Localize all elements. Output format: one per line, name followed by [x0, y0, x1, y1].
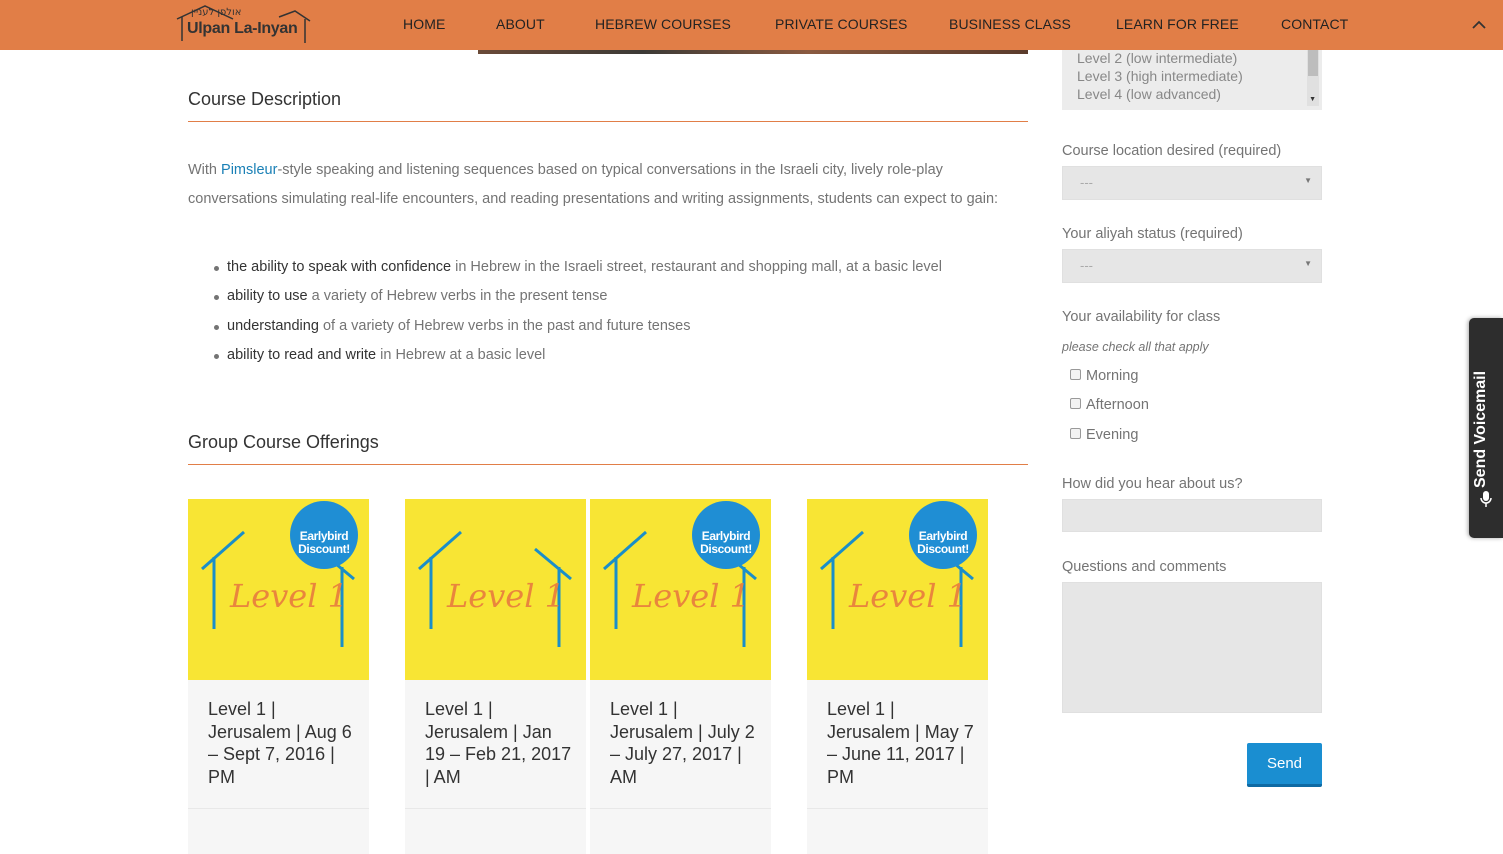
house-illustration-icon: Level 1: [418, 530, 572, 647]
earlybird-badge: Earlybird Discount!: [290, 501, 358, 569]
list-item: the ability to speak with confidence in …: [212, 253, 1032, 282]
bullet-text: of a variety of Hebrew verbs in the past…: [318, 317, 691, 334]
bullet-emphasis: understanding: [227, 317, 319, 334]
aliyah-select[interactable]: --- ▼: [1062, 249, 1322, 283]
location-label: Course location desired (required): [1062, 143, 1282, 159]
course-card[interactable]: Level 1 Earlybird Discount! Level 1 | Je…: [590, 499, 771, 854]
questions-textarea[interactable]: [1062, 582, 1322, 713]
send-voicemail-tab[interactable]: Send Voicemail: [1469, 318, 1503, 538]
bullet-text: in Hebrew in the Israeli street, restaur…: [451, 259, 942, 275]
level-option[interactable]: Level 2 (low intermediate): [1077, 50, 1237, 66]
list-item: ability to read and write in Hebrew at a…: [212, 341, 1032, 370]
nav-learn-for-free[interactable]: LEARN FOR FREE: [1116, 16, 1239, 32]
availability-hint: please check all that apply: [1062, 340, 1209, 354]
morning-label[interactable]: Morning: [1086, 368, 1138, 384]
scrollbar-thumb[interactable]: [1308, 50, 1318, 76]
afternoon-label[interactable]: Afternoon: [1086, 397, 1149, 413]
nav-private-courses[interactable]: PRIVATE COURSES: [775, 16, 907, 32]
site-logo[interactable]: אולפן לעניין Ulpan La-Inyan: [175, 3, 315, 47]
evening-checkbox[interactable]: [1070, 428, 1081, 439]
nav-contact[interactable]: CONTACT: [1281, 16, 1348, 32]
card-divider: [188, 808, 369, 809]
level-illustration-text: Level 1: [446, 577, 565, 615]
earlybird-badge: Earlybird Discount!: [692, 501, 760, 569]
bullet-emphasis: ability to use: [227, 288, 308, 305]
intro-text-continued: -style speaking and listening sequences …: [188, 162, 999, 207]
outcomes-list: the ability to speak with confidence in …: [212, 253, 1032, 370]
location-select-value: ---: [1080, 175, 1093, 190]
voicemail-label: Send Voicemail: [1472, 370, 1489, 488]
nav-hebrew-courses[interactable]: HEBREW COURSES: [595, 16, 731, 32]
bullet-text: in Hebrew at a basic level: [376, 346, 546, 363]
level-illustration-text: Level 1: [631, 577, 750, 615]
course-thumbnail[interactable]: Level 1: [405, 499, 586, 680]
course-card[interactable]: Level 1 Earlybird Discount! Level 1 | Je…: [188, 499, 369, 854]
card-divider: [405, 808, 586, 809]
aliyah-label: Your aliyah status (required): [1062, 226, 1243, 242]
scroll-down-icon[interactable]: ▼: [1309, 96, 1316, 103]
microphone-icon: [1480, 491, 1492, 507]
hear-about-label: How did you hear about us?: [1062, 476, 1243, 492]
course-description-intro: With Pimsleur-style speaking and listeni…: [188, 156, 1028, 214]
questions-label: Questions and comments: [1062, 559, 1227, 575]
intro-text: With: [188, 162, 222, 178]
nav-business-class[interactable]: BUSINESS CLASS: [949, 16, 1071, 32]
level-option[interactable]: Level 3 (high intermediate): [1077, 68, 1243, 84]
course-card[interactable]: Level 1 Earlybird Discount! Level 1 | Je…: [807, 499, 988, 854]
afternoon-checkbox[interactable]: [1070, 398, 1081, 409]
bullet-text: a variety of Hebrew verbs in the present…: [307, 288, 608, 305]
availability-label: Your availability for class: [1062, 309, 1221, 325]
course-card-title[interactable]: Level 1 | Jerusalem | Aug 6 – Sept 7, 20…: [208, 698, 358, 788]
list-item: ability to use a variety of Hebrew verbs…: [212, 282, 1032, 311]
course-thumbnail[interactable]: Level 1 Earlybird Discount!: [188, 499, 369, 680]
level-illustration-text: Level 1: [229, 577, 348, 615]
hero-image-edge: [478, 50, 1028, 54]
course-description-heading: Course Description: [188, 89, 342, 109]
course-card-title[interactable]: Level 1 | Jerusalem | Jan 19 – Feb 21, 2…: [425, 698, 575, 788]
bullet-emphasis: the ability to speak with confidence: [227, 259, 452, 275]
group-offerings-heading: Group Course Offerings: [188, 432, 379, 452]
send-button[interactable]: Send: [1247, 743, 1322, 787]
course-card-title[interactable]: Level 1 | Jerusalem | July 2 – July 27, …: [610, 698, 760, 788]
course-card-title[interactable]: Level 1 | Jerusalem | May 7 – June 11, 2…: [827, 698, 977, 788]
hear-about-input[interactable]: [1062, 499, 1322, 532]
section-divider: [188, 464, 1028, 465]
nav-about[interactable]: ABOUT: [496, 16, 545, 32]
course-card[interactable]: Level 1 Level 1 | Jerusalem | Jan 19 – F…: [405, 499, 586, 854]
card-divider: [590, 808, 771, 809]
chevron-down-icon: ▼: [1304, 259, 1312, 268]
level-option[interactable]: Level 4 (low advanced): [1077, 86, 1221, 102]
morning-checkbox[interactable]: [1070, 369, 1081, 380]
level-illustration-text: Level 1: [848, 577, 967, 615]
earlybird-badge: Earlybird Discount!: [909, 501, 977, 569]
bullet-emphasis: ability to read and write: [227, 346, 377, 363]
level-listbox[interactable]: Level 2 (low intermediate) Level 3 (high…: [1062, 50, 1322, 110]
logo-hebrew-text: אולפן לעניין: [191, 7, 242, 18]
card-divider: [807, 808, 988, 809]
section-divider: [188, 121, 1028, 122]
logo-text: Ulpan La-Inyan: [187, 20, 298, 37]
list-item: understanding of a variety of Hebrew ver…: [212, 312, 1032, 341]
pimsleur-link[interactable]: Pimsleur: [221, 162, 277, 178]
course-thumbnail[interactable]: Level 1 Earlybird Discount!: [807, 499, 988, 680]
course-thumbnail[interactable]: Level 1 Earlybird Discount!: [590, 499, 771, 680]
chevron-down-icon: ▼: [1304, 176, 1312, 185]
aliyah-select-value: ---: [1080, 258, 1093, 273]
chevron-up-icon[interactable]: [1471, 17, 1487, 33]
location-select[interactable]: --- ▼: [1062, 166, 1322, 200]
site-header: אולפן לעניין Ulpan La-Inyan HOME ABOUT H…: [0, 0, 1503, 50]
nav-home[interactable]: HOME: [403, 16, 445, 32]
evening-label[interactable]: Evening: [1086, 427, 1138, 443]
